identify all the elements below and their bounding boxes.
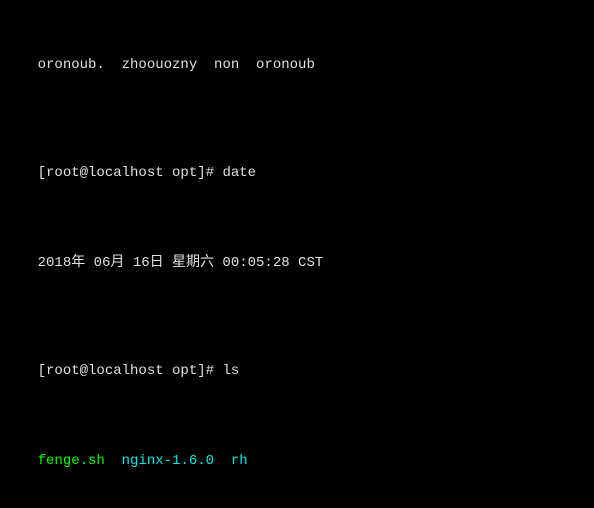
shell-prompt: [root@localhost opt]# [38, 165, 223, 181]
command-input: date [222, 165, 256, 181]
terminal-window[interactable]: oronoub. zhoouozny non oronoub [root@loc… [0, 0, 594, 508]
ls-directory: rh [231, 453, 248, 469]
partial-top-line: oronoub. zhoouozny non oronoub [38, 57, 315, 73]
shell-prompt: [root@localhost opt]# [38, 363, 223, 379]
ls-directory: nginx-1.6.0 [122, 453, 214, 469]
ls-sep [214, 453, 231, 469]
command-input: ls [222, 363, 239, 379]
ls-sep [105, 453, 122, 469]
ls-executable: fenge.sh [38, 453, 105, 469]
date-output: 2018年 06月 16日 星期六 00:05:28 CST [38, 255, 324, 271]
